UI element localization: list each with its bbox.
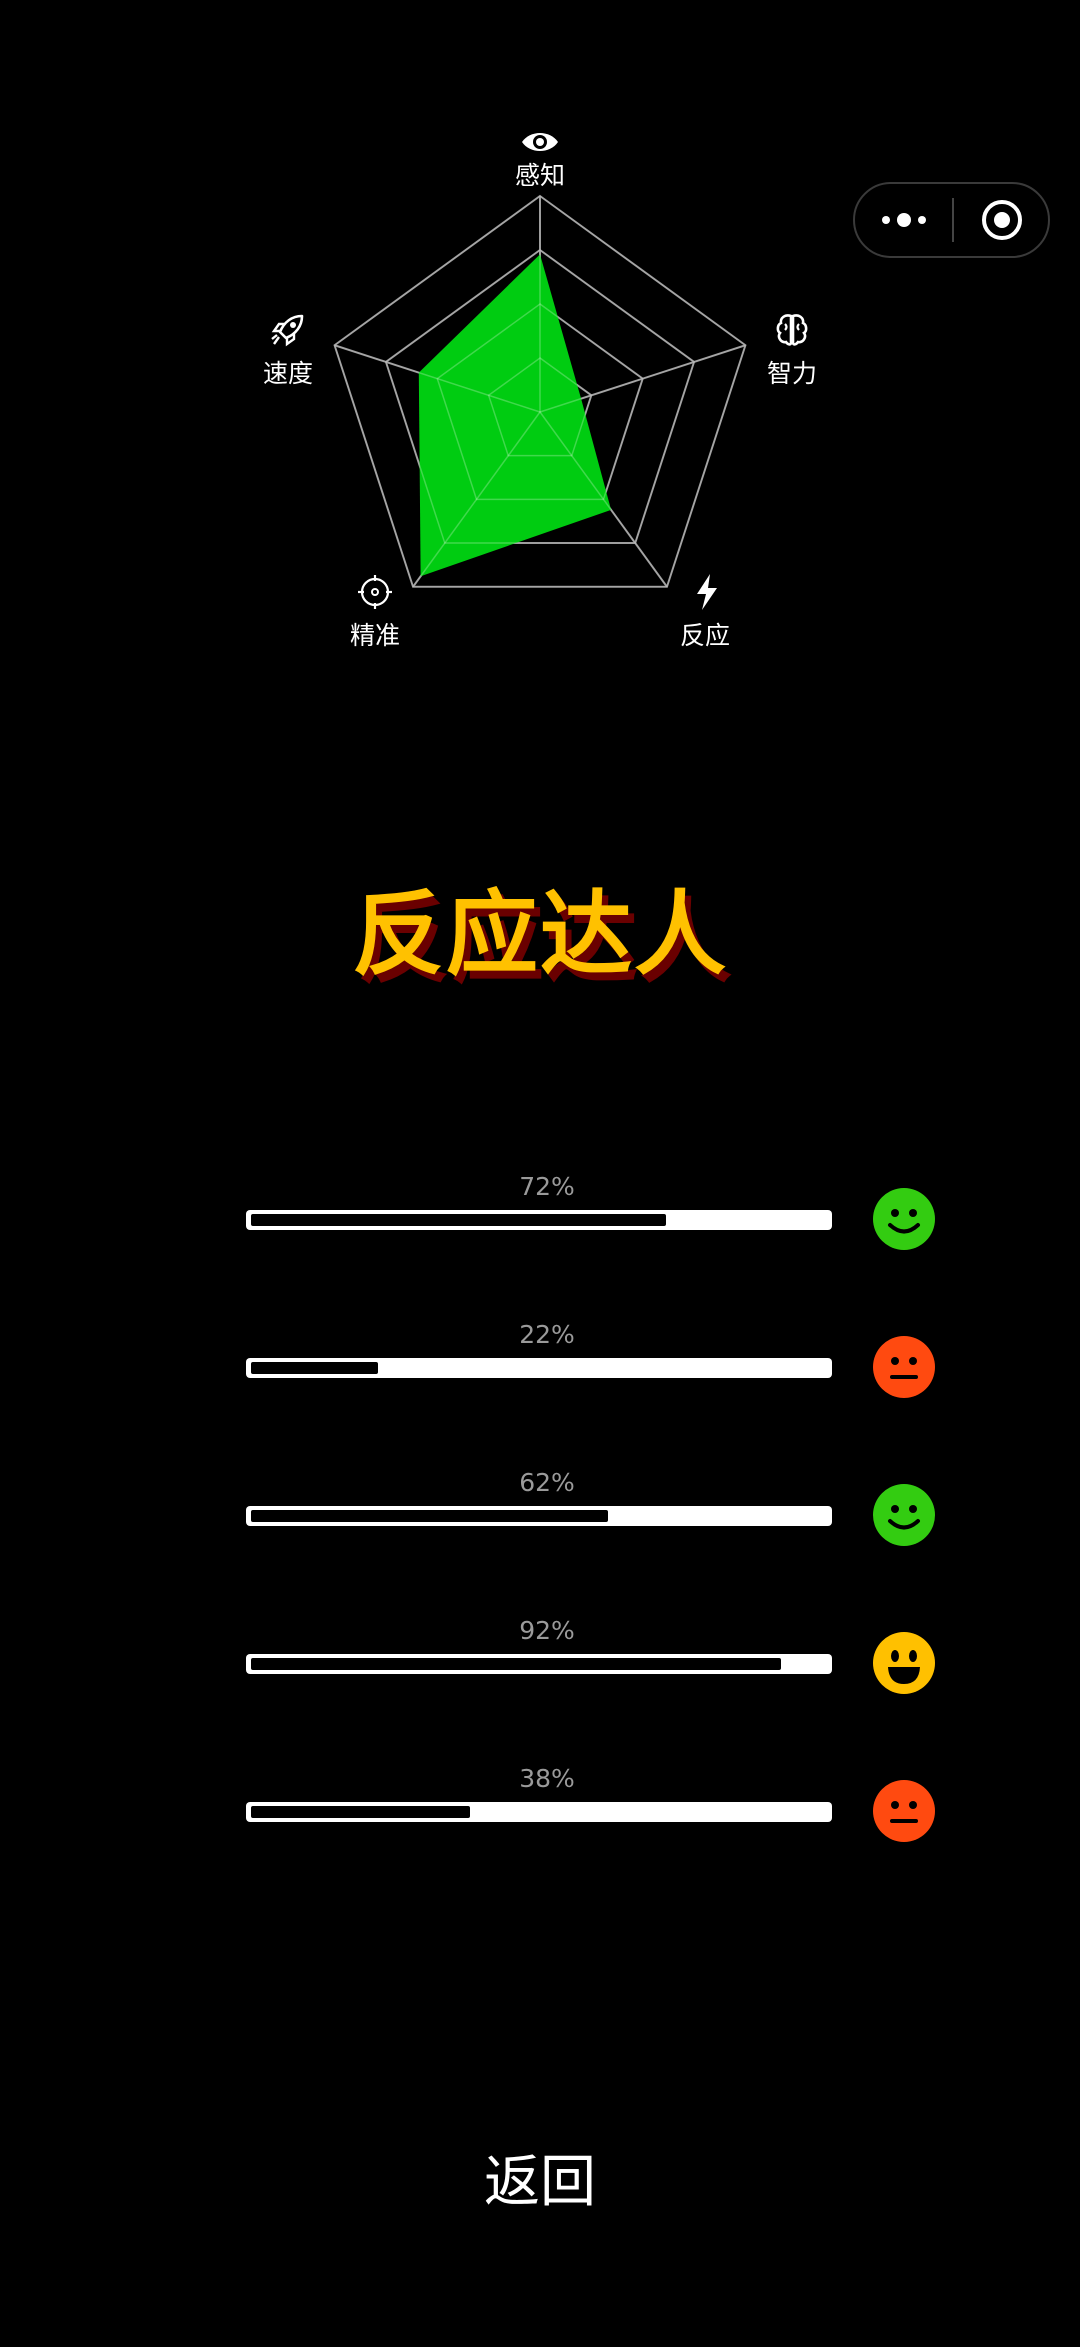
progress-track [246, 1210, 832, 1230]
score-row: 92% [246, 1616, 946, 1696]
progress-fill [251, 1362, 378, 1374]
progress-track [246, 1358, 832, 1378]
radar-label-perception: 感知 [514, 161, 565, 190]
progress-fill [251, 1658, 781, 1670]
percent-label: 38% [519, 1764, 575, 1793]
progress-track [246, 1654, 832, 1674]
lightning-icon [687, 572, 727, 612]
score-row: 38% [246, 1764, 946, 1844]
rocket-icon [268, 310, 308, 350]
radar-label-accuracy: 精准 [349, 621, 400, 650]
grin-face-icon [873, 1632, 935, 1694]
percent-label: 22% [519, 1320, 575, 1349]
radar-label-speed: 速度 [262, 359, 313, 388]
percent-label: 72% [519, 1172, 575, 1201]
ability-radar: 感知 智力 反应 精准 速度 [0, 0, 1080, 680]
radar-label-reaction: 反应 [679, 621, 730, 650]
neutral-face-icon [873, 1780, 935, 1842]
radar-area [418, 254, 612, 577]
neutral-face-icon [873, 1336, 935, 1398]
progress-fill [251, 1806, 470, 1818]
progress-fill [251, 1510, 609, 1522]
percent-label: 62% [519, 1468, 575, 1497]
radar-label-intelligence: 智力 [766, 359, 817, 388]
smile-face-icon [873, 1188, 935, 1250]
progress-track [246, 1506, 832, 1526]
radar-chart [333, 194, 747, 588]
score-row: 62% [246, 1468, 946, 1548]
smile-face-icon [873, 1484, 935, 1546]
result-title: 反应达人 [351, 881, 728, 988]
crosshair-icon [355, 572, 395, 612]
progress-track [246, 1802, 832, 1822]
percent-label: 92% [519, 1616, 575, 1645]
brain-icon [772, 310, 812, 350]
back-button[interactable]: 返回 [440, 2137, 640, 2218]
score-row: 22% [246, 1320, 946, 1400]
progress-fill [251, 1214, 666, 1226]
score-row: 72% [246, 1172, 946, 1252]
